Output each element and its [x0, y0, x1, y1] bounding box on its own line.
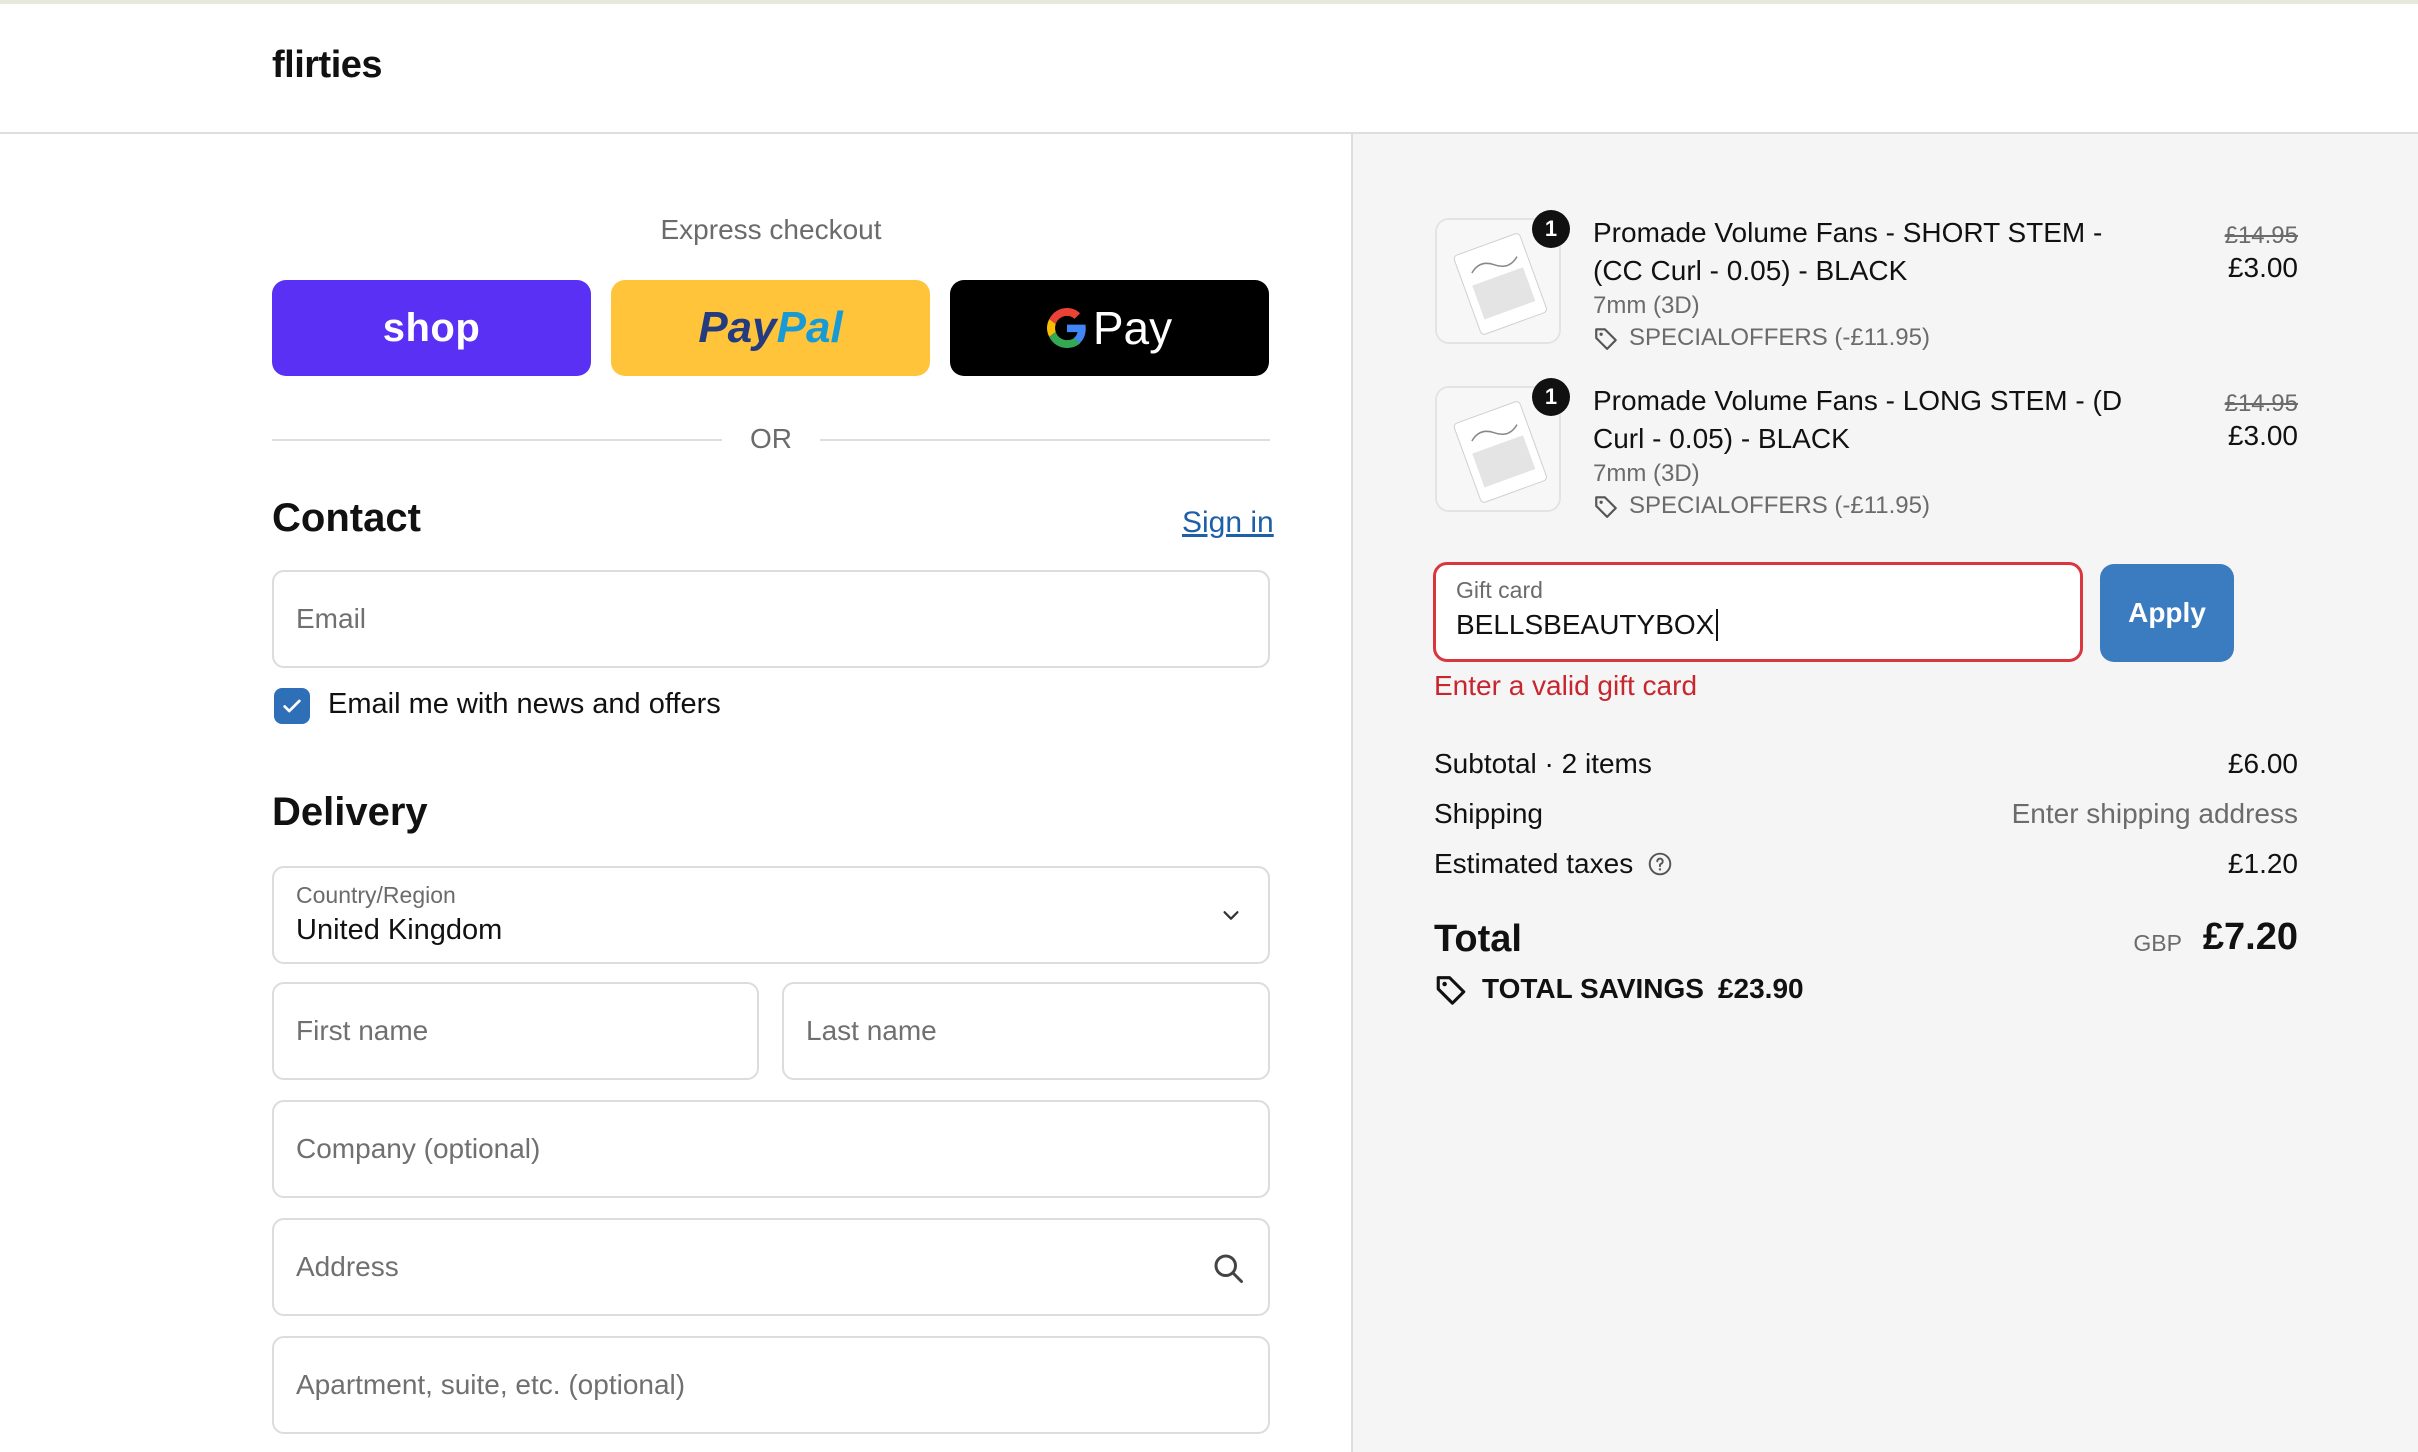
checkout-form-panel: Express checkout shop PayPal Pay OR Cont… [0, 134, 1351, 1452]
checkmark-icon [283, 699, 301, 713]
subtotal-label: Subtotal · 2 items [1434, 748, 1652, 779]
total-savings-value: £23.90 [1717, 973, 1804, 1004]
express-checkout-title: Express checkout [660, 214, 882, 245]
paypal-button[interactable]: PayPal [611, 280, 930, 376]
company-field-wrapper [272, 1100, 1270, 1198]
google-pay-label: Pay [1092, 302, 1173, 354]
cart-item-title: Promade Volume Fans - SHORT STEM - (CC C… [1593, 217, 2103, 286]
cart-item-variant: 7mm (3D) [1593, 460, 1700, 487]
total-savings-row: TOTAL SAVINGS £23.90 [1434, 972, 1804, 1006]
shop-pay-logo: shop [382, 305, 481, 350]
country-select-value: United Kingdom [296, 914, 503, 946]
total-label: Total [1434, 918, 1522, 960]
shipping-value: Enter shipping address [2011, 798, 2298, 829]
apartment-field-wrapper [272, 1336, 1270, 1434]
gift-card-value: BELLSBEAUTYBOX [1456, 609, 1719, 641]
or-divider: OR [272, 419, 1270, 459]
address-field-wrapper [272, 1218, 1270, 1316]
cart-item-title: Promade Volume Fans - LONG STEM - (D Cur… [1593, 385, 2123, 454]
cart-item-original-price: £14.95 [2224, 222, 2298, 249]
estimated-taxes-value: £1.20 [2227, 848, 2298, 879]
apartment-input[interactable] [274, 1338, 1268, 1432]
shop-pay-button[interactable]: shop [272, 280, 591, 376]
quantity-badge: 1 [1532, 210, 1570, 248]
gift-card-label: Gift card [1456, 577, 1543, 603]
news-offers-label: Email me with news and offers [328, 688, 721, 720]
delivery-heading: Delivery [272, 790, 428, 834]
shipping-label: Shipping [1434, 798, 1543, 829]
country-select[interactable]: Country/Region United Kingdom [272, 866, 1270, 964]
paypal-logo: PayPal [698, 303, 843, 352]
cart-item-price: £3.00 [2227, 420, 2298, 451]
store-logo[interactable]: flirties [272, 44, 383, 87]
sign-in-link[interactable]: Sign in [1182, 506, 1274, 540]
last-name-field-wrapper [782, 982, 1270, 1080]
search-icon[interactable] [1210, 1250, 1246, 1286]
cart-item-variant: 7mm (3D) [1593, 292, 1700, 319]
last-name-input[interactable] [784, 984, 1268, 1078]
discount-tag-icon [1595, 496, 1617, 518]
company-input[interactable] [274, 1102, 1268, 1196]
contact-heading: Contact [272, 496, 421, 540]
total-currency: GBP [2133, 930, 2182, 956]
savings-tag-icon [1436, 976, 1466, 1005]
cart-item-discount: SPECIALOFFERS (-£11.95) [1593, 324, 1930, 352]
first-name-input[interactable] [274, 984, 757, 1078]
estimated-taxes-label: Estimated taxes [1434, 848, 1634, 879]
first-name-field-wrapper [272, 982, 759, 1080]
news-offers-checkbox[interactable] [274, 688, 310, 724]
site-header: flirties [0, 4, 2418, 134]
cart-item-discount-label: SPECIALOFFERS (-£11.95) [1629, 324, 1930, 351]
address-input[interactable] [274, 1220, 1268, 1314]
email-field-wrapper [272, 570, 1270, 668]
google-g-icon [1046, 308, 1086, 348]
chevron-down-icon [1223, 911, 1239, 920]
or-divider-line-right [820, 439, 1270, 441]
total-savings-label: TOTAL SAVINGS [1482, 973, 1704, 1004]
email-input[interactable] [274, 572, 1268, 666]
subtotal-value: £6.00 [2227, 748, 2298, 779]
google-pay-logo: Pay [1046, 301, 1173, 355]
google-pay-button[interactable]: Pay [950, 280, 1269, 376]
cart-item-original-price: £14.95 [2224, 390, 2298, 417]
discount-tag-icon [1595, 328, 1617, 350]
gift-card-input[interactable]: Gift card BELLSBEAUTYBOX [1433, 562, 2083, 662]
gift-card-error: Enter a valid gift card [1434, 670, 1698, 701]
estimated-taxes-row: Estimated taxes [1434, 848, 1673, 880]
total-value: £7.20 [2202, 916, 2298, 958]
order-summary-panel: 1 Promade Volume Fans - SHORT STEM - (CC… [1351, 134, 2418, 1452]
help-circle-icon[interactable] [1647, 851, 1673, 877]
cart-item-discount-label: SPECIALOFFERS (-£11.95) [1629, 492, 1930, 519]
apply-gift-card-button[interactable]: Apply [2100, 564, 2234, 662]
quantity-badge: 1 [1532, 378, 1570, 416]
cart-item-discount: SPECIALOFFERS (-£11.95) [1593, 492, 1930, 520]
country-select-label: Country/Region [296, 882, 456, 908]
cart-item-price: £3.00 [2227, 252, 2298, 283]
